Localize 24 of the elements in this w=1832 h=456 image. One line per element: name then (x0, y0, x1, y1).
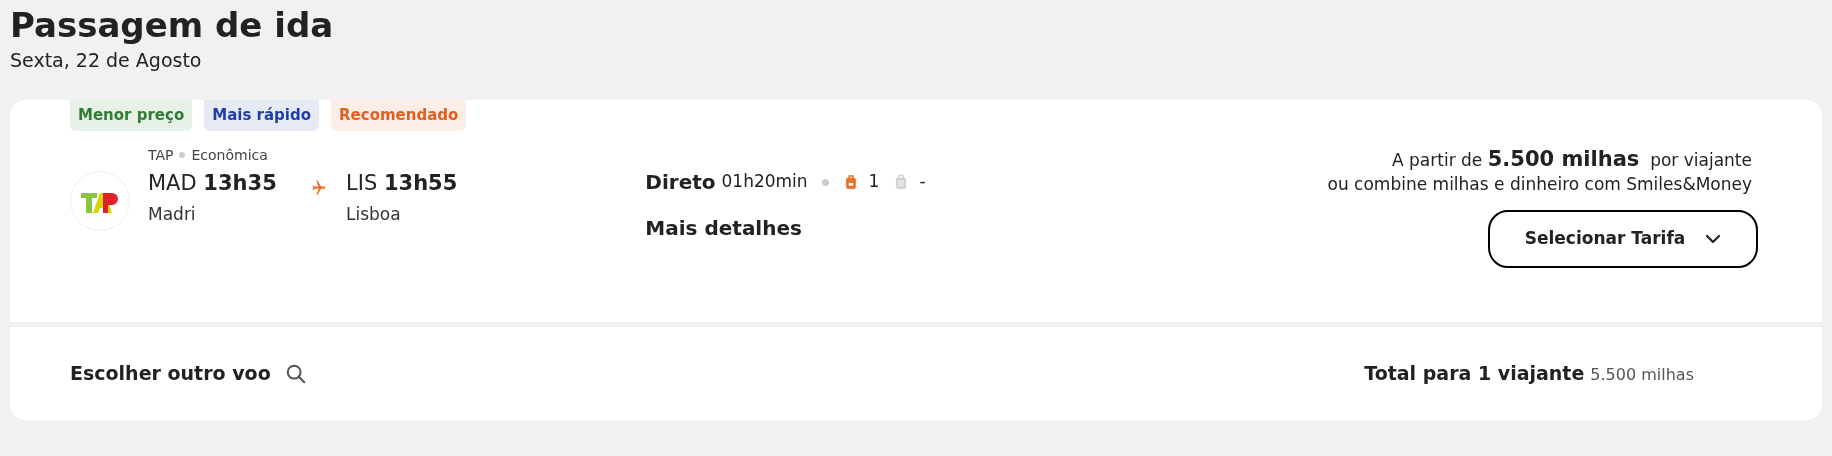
airline-name: TAP (148, 146, 174, 165)
details-link[interactable]: Mais detalhes (645, 213, 940, 243)
tag-label: Mais rápido (204, 100, 319, 131)
page-title: Passagem de ida (10, 4, 334, 46)
bag-count: - (919, 170, 926, 194)
arrival-city: Lisboa (346, 203, 402, 226)
departure-time: MAD 13h35 (148, 170, 278, 197)
select-fare-button[interactable]: Selecionar Tarifa (1488, 210, 1758, 268)
change-flight-link[interactable]: Escolher outro voo (70, 359, 307, 388)
search-icon (284, 362, 307, 385)
cabin-class: Econômica (191, 146, 268, 165)
price-text: A partir de 5.500 milhas por viajante (1392, 147, 1752, 172)
total-label: Total para 1 viajante (1364, 361, 1585, 387)
bag-count: 1 (868, 170, 880, 194)
arrival-time: LIS 13h55 (346, 170, 458, 197)
date-subtitle: Sexta, 22 de Agosto (10, 49, 202, 71)
flight-duration: 01h20min (721, 170, 808, 194)
departure-city: Madri (148, 203, 197, 226)
chevron-down-icon (1705, 234, 1722, 244)
stops-label: Direto (645, 169, 716, 196)
combine-text: ou combine milhas e dinheiro com Smiles&Money (1327, 173, 1752, 196)
total-miles: 5.500 milhas (1590, 364, 1694, 387)
tag-label: Menor preço (70, 100, 193, 131)
tag-label: Recomendado (331, 100, 467, 131)
